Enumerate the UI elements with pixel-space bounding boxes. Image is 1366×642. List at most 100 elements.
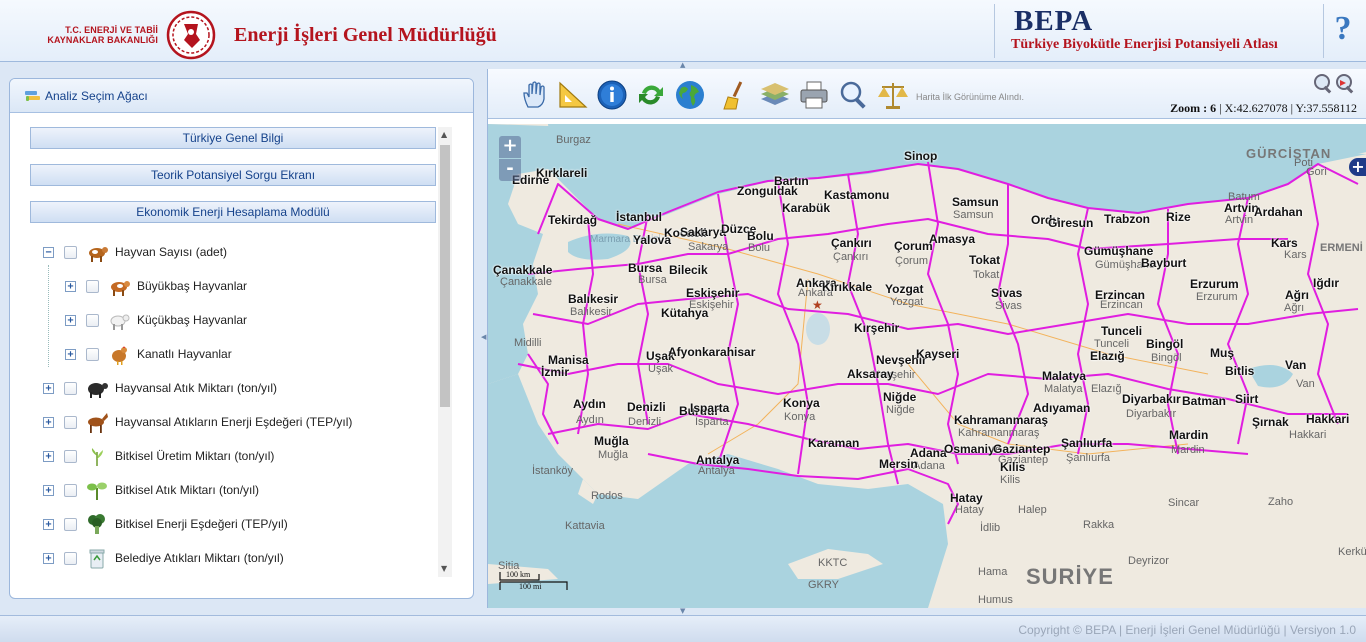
ministry-emblem-icon	[166, 10, 216, 60]
province-label: Yozgat	[885, 282, 924, 296]
province-label: Mersin	[879, 457, 918, 471]
map-label: Bursa	[638, 274, 667, 286]
print-icon[interactable]	[797, 79, 831, 111]
map-label: Muğla	[598, 449, 628, 461]
province-label: Hakkari	[1306, 412, 1350, 426]
zoom-in-button[interactable]: +	[499, 136, 521, 158]
economic-energy-button[interactable]: Ekonomik Enerji Hesaplama Modülü	[30, 201, 436, 223]
checkbox[interactable]	[64, 415, 77, 429]
province-label: Şanlıurfa	[1061, 436, 1113, 450]
expand-icon[interactable]: +	[43, 484, 54, 496]
tree-item-label: Küçükbaş Hayvanlar	[137, 313, 248, 327]
province-label: Mardin	[1169, 428, 1209, 442]
scale-km-label: 100 km	[506, 570, 531, 579]
tree-item-buyukbas[interactable]: + Büyükbaş Hayvanlar	[65, 272, 247, 300]
province-label: Çankırı	[831, 236, 872, 250]
scroll-up-icon[interactable]: ▲	[441, 130, 447, 139]
province-label: Muş	[1210, 346, 1234, 360]
analysis-tree-panel: Analiz Seçim Ağacı Türkiye Genel Bilgi T…	[9, 78, 474, 599]
collapse-icon[interactable]: −	[43, 246, 54, 258]
expand-icon[interactable]: +	[43, 552, 54, 564]
map-label: Sakarya	[688, 241, 729, 253]
footer-collapse-arrow-icon[interactable]: ▼	[680, 607, 685, 615]
balance-scale-icon[interactable]	[876, 79, 910, 111]
tree-item-belediye-atik[interactable]: + Belediye Atıkları Miktarı (ton/yıl)	[43, 544, 284, 572]
theoretical-potential-button[interactable]: Teorik Potansiyel Sorgu Ekranı	[30, 164, 436, 186]
directorate-title: Enerji İşleri Genel Müdürlüğü	[234, 24, 497, 46]
tree-item-hayvansal-atik[interactable]: + Hayvansal Atık Miktarı (ton/yıl)	[43, 374, 277, 402]
zoom-out-button[interactable]: -	[499, 159, 521, 181]
search-magnifier-icon[interactable]	[837, 79, 871, 111]
checkbox[interactable]	[64, 381, 77, 395]
map-label: Çankırı	[833, 251, 869, 263]
help-button[interactable]: ?	[1328, 10, 1358, 50]
tree-item-bitkisel-uretim[interactable]: + Bitkisel Üretim Miktarı (ton/yıl)	[43, 442, 274, 470]
clear-broom-icon[interactable]	[718, 79, 752, 111]
general-info-button[interactable]: Türkiye Genel Bilgi	[30, 127, 436, 149]
tree-item-label: Hayvansal Atık Miktarı (ton/yıl)	[115, 381, 278, 395]
map-label: GKRY	[808, 579, 839, 591]
map-label: Midilli	[514, 337, 542, 349]
checkbox[interactable]	[86, 313, 99, 327]
zoom-history-icon[interactable]	[1309, 71, 1359, 97]
globe-icon[interactable]	[673, 79, 707, 111]
province-label: Erzurum	[1190, 277, 1239, 291]
tree-item-label: Bitkisel Atık Miktarı (ton/yıl)	[115, 483, 260, 497]
measure-ruler-icon[interactable]	[556, 79, 590, 111]
scrollbar-thumb[interactable]	[440, 145, 450, 407]
checkbox[interactable]	[64, 483, 77, 497]
province-label: Hatay	[950, 491, 983, 505]
expand-icon[interactable]: +	[43, 416, 54, 428]
help-divider	[1323, 4, 1324, 58]
province-label: Van	[1285, 358, 1307, 372]
province-label: Trabzon	[1104, 212, 1151, 226]
app-subtitle: Türkiye Biyokütle Enerjisi Potansiyeli A…	[1011, 37, 1278, 52]
checkbox[interactable]	[86, 347, 99, 361]
checkbox[interactable]	[64, 449, 77, 463]
tree-item-hayvan-sayisi[interactable]: − Hayvan Sayısı (adet)	[43, 238, 227, 266]
pan-hand-icon[interactable]	[518, 79, 552, 111]
app-header: T.C. ENERJİ VE TABİİ KAYNAKLAR BAKANLIĞI…	[0, 0, 1366, 62]
refresh-icon[interactable]	[634, 79, 668, 111]
map-canvas[interactable]: ★ Burgaz Poti Gori Batum Marmara Denizi …	[488, 124, 1366, 608]
province-label: İzmir	[541, 365, 570, 379]
header-collapse-arrow-icon[interactable]: ▲	[680, 61, 685, 69]
expand-icon[interactable]: +	[65, 348, 76, 360]
map-label: Kars	[1284, 249, 1307, 261]
expand-icon[interactable]: +	[43, 450, 54, 462]
tree-item-kanatli[interactable]: + Kanatlı Hayvanlar	[65, 340, 232, 368]
tree-item-bitkisel-atik[interactable]: + Bitkisel Atık Miktarı (ton/yıl)	[43, 476, 259, 504]
province-label: Erzincan	[1095, 288, 1146, 302]
province-label: Afyonkarahisar	[668, 345, 756, 359]
expand-icon[interactable]: +	[65, 280, 76, 292]
province-label: Balıkesir	[568, 292, 619, 306]
province-label: Konya	[783, 396, 820, 410]
expand-icon[interactable]: +	[43, 518, 54, 530]
zoom-coordinates-readout: Zoom : 6 | X:42.627078 | Y:37.558112	[1170, 101, 1357, 115]
checkbox[interactable]	[64, 551, 77, 565]
expand-icon[interactable]: +	[43, 382, 54, 394]
layer-switcher-button[interactable]: +	[1349, 158, 1366, 176]
tree-item-hayvansal-enerji[interactable]: + Hayvansal Atıkların Enerji Eşdeğeri (T…	[43, 408, 352, 436]
header-divider	[994, 4, 995, 58]
map-label: Hakkari	[1289, 429, 1327, 441]
tree-item-kucukbas[interactable]: + Küçükbaş Hayvanlar	[65, 306, 247, 334]
ministry-line-1: T.C. ENERJİ VE TABİİ	[65, 25, 158, 35]
checkbox[interactable]	[64, 517, 77, 531]
expand-icon[interactable]: +	[65, 314, 76, 326]
panel-collapse-arrow-icon[interactable]: ◀	[481, 333, 486, 341]
province-label: Diyarbakır	[1122, 392, 1181, 406]
scroll-down-icon[interactable]: ▼	[441, 564, 447, 573]
tree-item-label: Belediye Atıkları Miktarı (ton/yıl)	[115, 551, 284, 565]
info-icon[interactable]	[595, 79, 629, 111]
tree-item-bitkisel-enerji[interactable]: + Bitkisel Enerji Eşdeğeri (TEP/yıl)	[43, 510, 288, 538]
province-label: Kütahya	[661, 306, 709, 320]
map-label: Malatya	[1044, 383, 1083, 395]
province-label: Elazığ	[1090, 349, 1125, 363]
province-label: Batman	[1182, 394, 1227, 408]
checkbox[interactable]	[64, 245, 77, 259]
layers-icon[interactable]	[758, 79, 792, 111]
plant-icon	[91, 448, 103, 466]
tree-scrollbar[interactable]: ▲ ▼	[438, 127, 452, 577]
checkbox[interactable]	[86, 279, 99, 293]
